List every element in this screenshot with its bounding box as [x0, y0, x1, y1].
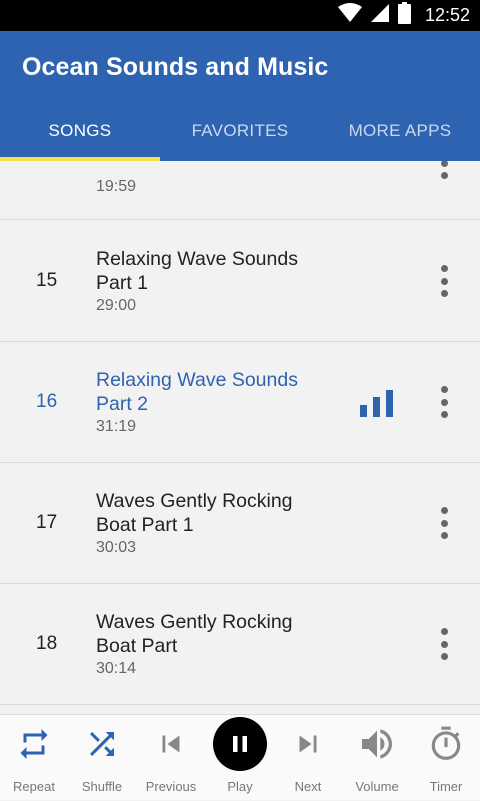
list-item[interactable]: 19:59	[0, 161, 480, 220]
song-number: 16	[36, 391, 58, 412]
tab-more-apps[interactable]: MORE APPS	[320, 101, 480, 161]
play-icon-wrapper	[213, 715, 267, 773]
shuffle-button[interactable]: Shuffle	[68, 715, 136, 801]
tab-songs[interactable]: SONGS	[0, 101, 160, 161]
pause-icon	[213, 717, 267, 771]
song-duration: 30:03	[96, 539, 137, 556]
skip-next-icon	[291, 715, 325, 773]
shuffle-label: Shuffle	[81, 779, 123, 794]
tab-bar: SONGS FAVORITES MORE APPS	[0, 101, 480, 161]
status-bar: 12:52	[0, 0, 480, 31]
status-time: 12:52	[424, 5, 470, 25]
song-duration: 19:59	[96, 178, 137, 195]
song-duration: 29:00	[96, 297, 137, 314]
list-item[interactable]: 18 Waves Gently Rocking Boat Part 30:14	[0, 584, 480, 705]
list-item[interactable]: 15 Relaxing Wave Sounds Part 1 29:00	[0, 221, 480, 342]
song-title: Waves Gently Rocking Boat Part 1	[96, 490, 293, 536]
more-options-icon[interactable]	[438, 507, 450, 539]
battery-icon	[397, 2, 411, 29]
timer-button[interactable]: Timer	[412, 715, 480, 801]
status-icons: 12:52	[337, 0, 470, 31]
app-bar: Ocean Sounds and Music SONGS FAVORITES M…	[0, 31, 480, 161]
song-duration: 30:14	[96, 660, 137, 677]
list-item[interactable]: 17 Waves Gently Rocking Boat Part 1 30:0…	[0, 463, 480, 584]
song-title: Waves Gently Rocking Boat Part	[96, 611, 293, 657]
more-options-icon[interactable]	[438, 386, 450, 418]
repeat-icon	[16, 715, 52, 773]
song-number: 17	[36, 512, 58, 533]
song-number: 15	[36, 270, 58, 291]
repeat-button[interactable]: Repeat	[0, 715, 68, 801]
timer-label: Timer	[429, 779, 463, 794]
volume-label: Volume	[355, 779, 399, 794]
shuffle-icon	[84, 715, 120, 773]
play-label: Play	[227, 779, 253, 794]
song-duration: 31:19	[96, 418, 137, 435]
song-number: 18	[36, 633, 58, 654]
next-label: Next	[294, 779, 322, 794]
app-title: Ocean Sounds and Music	[22, 53, 329, 81]
skip-previous-icon	[154, 715, 188, 773]
tab-favorites[interactable]: FAVORITES	[160, 101, 320, 161]
more-options-icon[interactable]	[438, 628, 450, 660]
signal-icon	[370, 3, 390, 28]
next-button[interactable]: Next	[274, 715, 342, 801]
song-title: Relaxing Wave Sounds Part 2	[96, 369, 298, 415]
wifi-icon	[337, 3, 362, 28]
timer-icon	[427, 715, 465, 773]
song-list[interactable]: 19:59 15 Relaxing Wave Sounds Part 1 29:…	[0, 161, 480, 714]
volume-icon	[357, 715, 397, 773]
player-controls: Repeat Shuffle Previous Play Next Volume	[0, 714, 480, 800]
list-item[interactable]: 16 Relaxing Wave Sounds Part 2 31:19	[0, 342, 480, 463]
more-options-icon[interactable]	[438, 265, 450, 297]
previous-button[interactable]: Previous	[136, 715, 206, 801]
previous-label: Previous	[145, 779, 197, 794]
repeat-label: Repeat	[13, 779, 55, 794]
play-button[interactable]: Play	[206, 715, 274, 801]
more-options-icon[interactable]	[438, 161, 450, 179]
song-title: Relaxing Wave Sounds Part 1	[96, 248, 298, 294]
volume-button[interactable]: Volume	[342, 715, 412, 801]
now-playing-equalizer-icon	[360, 390, 393, 417]
